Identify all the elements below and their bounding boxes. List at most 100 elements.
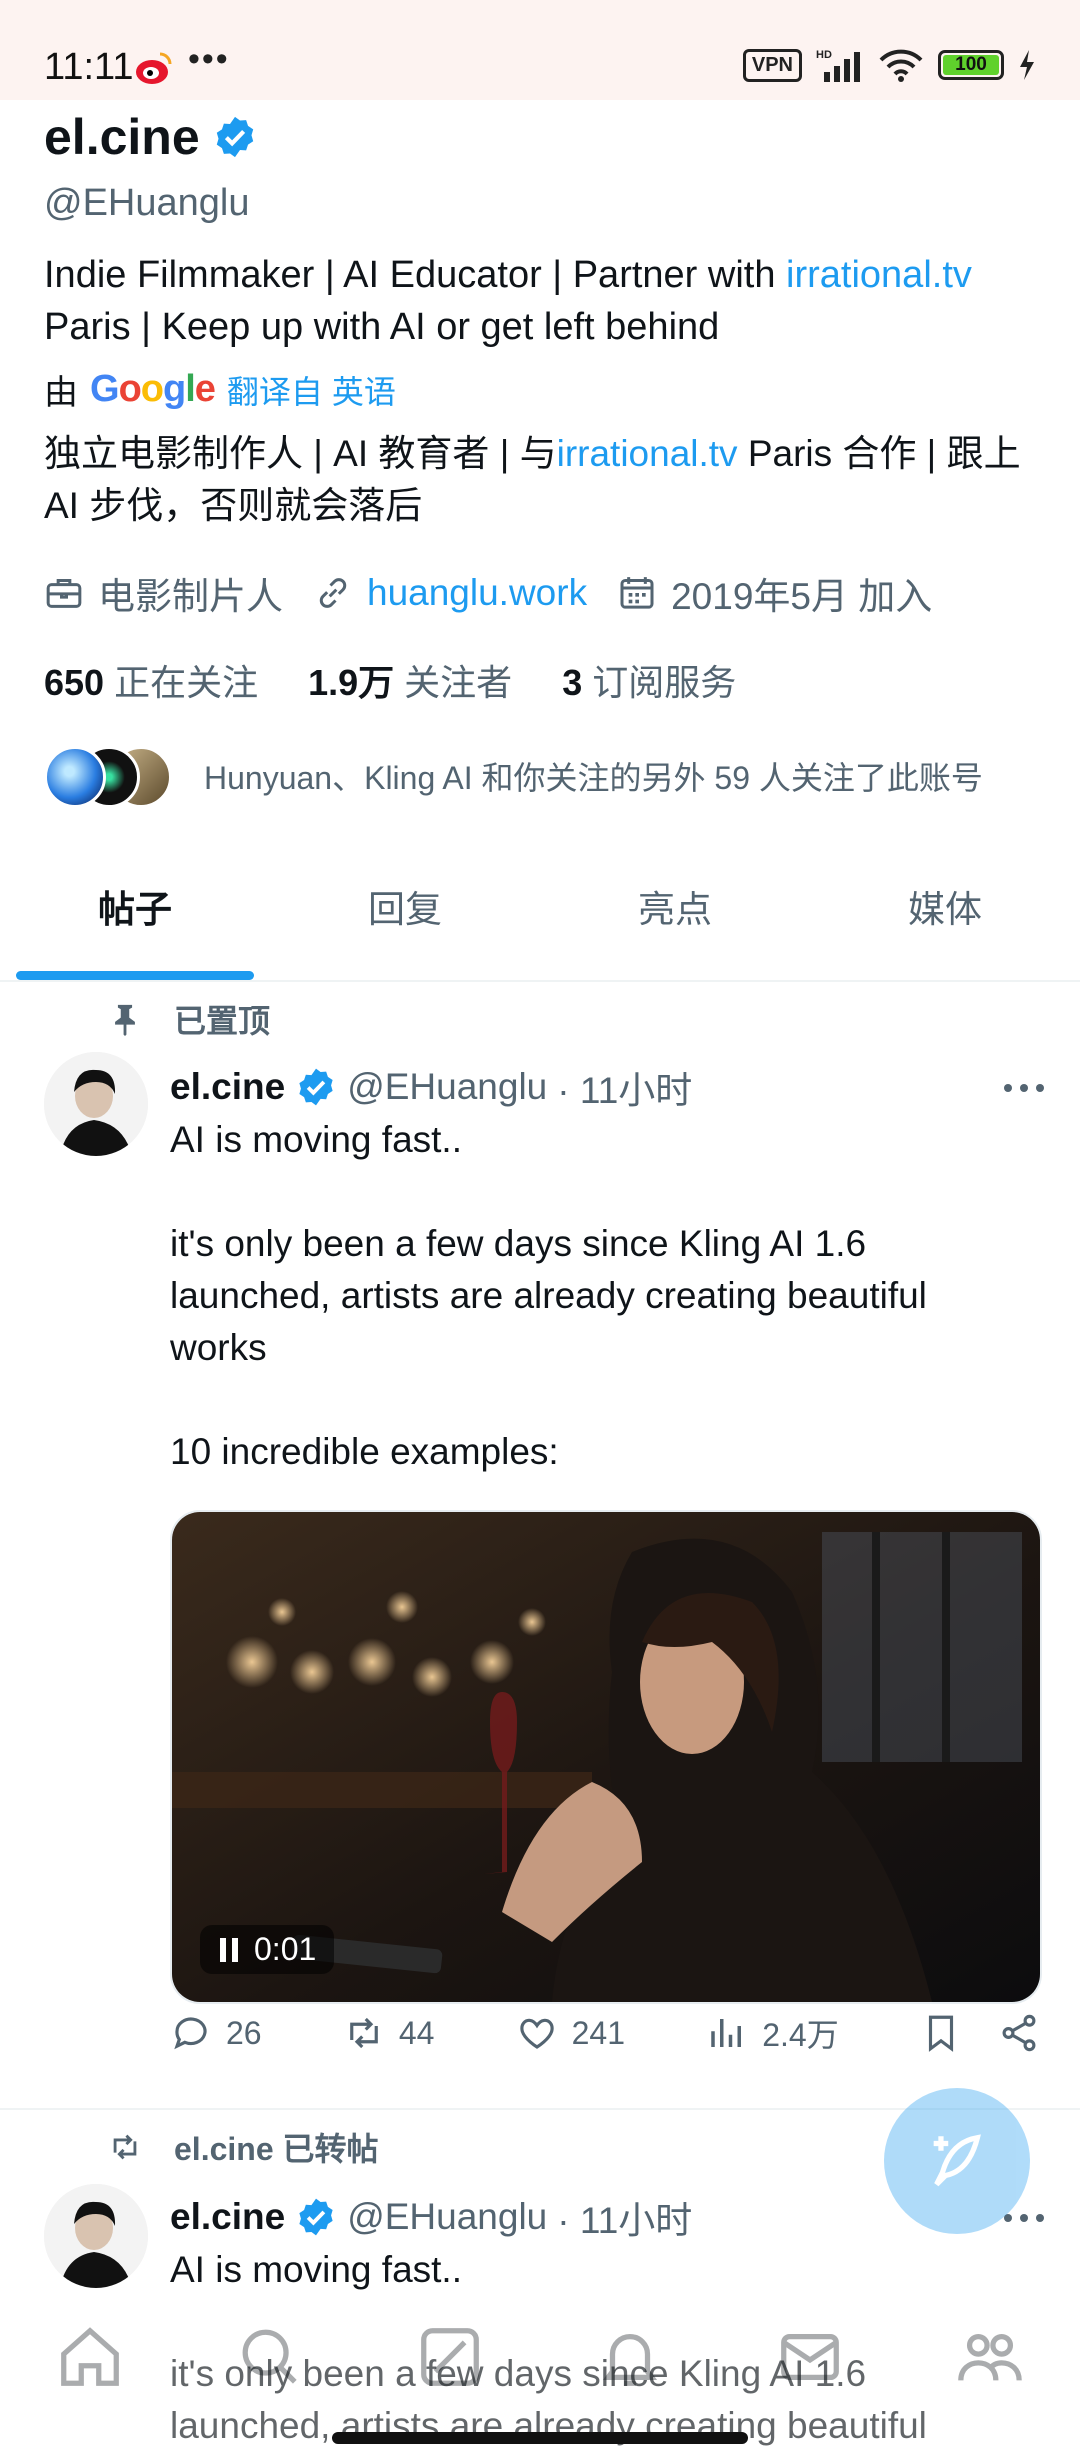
tweet-author-name[interactable]: el.cine bbox=[170, 1066, 285, 1108]
bio-link[interactable]: irrational.tv bbox=[786, 254, 972, 296]
views-icon bbox=[711, 2019, 742, 2047]
like-count: 241 bbox=[571, 2014, 626, 2051]
profile-meta: 电影制片人 huanglu.work 2019年5月 加入 bbox=[44, 566, 1044, 620]
tweet-text: AI is moving fast.. it's only been a few… bbox=[170, 1119, 927, 1472]
avatar[interactable] bbox=[44, 2184, 148, 2288]
link-icon bbox=[319, 578, 347, 608]
tab-label: 回复 bbox=[368, 889, 442, 930]
followers-stat[interactable]: 1.9万 关注者 bbox=[308, 654, 512, 706]
more-icon[interactable] bbox=[1002, 1080, 1046, 1096]
subs-count: 3 bbox=[562, 662, 583, 703]
status-overflow-dots: ••• bbox=[188, 40, 230, 78]
follower-avatar-hunyuan bbox=[44, 746, 106, 808]
pinned-indicator: 已置顶 bbox=[108, 996, 270, 1042]
tab-label: 亮点 bbox=[638, 889, 712, 930]
retweet-button[interactable]: 44 bbox=[343, 2012, 435, 2054]
grok-icon[interactable] bbox=[415, 2322, 485, 2392]
like-button[interactable]: 241 bbox=[516, 2012, 625, 2054]
home-icon[interactable] bbox=[55, 2322, 125, 2392]
verified-icon bbox=[299, 2198, 333, 2236]
subs-label: 订阅服务 bbox=[592, 662, 737, 703]
compose-icon bbox=[933, 2134, 981, 2187]
followed-by-avatars bbox=[44, 746, 174, 808]
retweet-count: 44 bbox=[398, 2014, 435, 2051]
battery-percent: 100 bbox=[955, 54, 987, 75]
follow-stats: 650 正在关注 1.9万 关注者 3 订阅服务 bbox=[44, 654, 1044, 706]
tweet-time: · 11小时 bbox=[557, 2200, 693, 2241]
following-label: 正在关注 bbox=[114, 662, 259, 703]
profile-name: el.cine bbox=[44, 109, 200, 165]
reply-button[interactable]: 26 bbox=[170, 2012, 262, 2054]
verified-icon bbox=[299, 1068, 333, 1106]
views-count: 2.4万 bbox=[762, 2017, 839, 2053]
tab-label: 帖子 bbox=[98, 889, 172, 930]
profile-handle: @EHuanglu bbox=[44, 182, 250, 224]
retweet-icon bbox=[113, 2134, 137, 2160]
translate-link[interactable]: 翻译自 英语 bbox=[227, 367, 396, 413]
charging-icon bbox=[1020, 50, 1034, 80]
tweet-author-name[interactable]: el.cine bbox=[170, 2196, 285, 2238]
search-icon[interactable] bbox=[235, 2322, 305, 2392]
tweet-header: el.cine @EHuanglu · 11小时 bbox=[170, 1060, 692, 1114]
active-tab-indicator bbox=[16, 971, 254, 980]
compose-button[interactable] bbox=[884, 2088, 1030, 2234]
views-button[interactable]: 2.4万 bbox=[706, 2010, 839, 2056]
followed-by-text: Hunyuan、Kling AI 和你关注的另外 59 人关注了此账号 bbox=[204, 760, 983, 796]
bookmark-icon[interactable] bbox=[920, 2012, 962, 2054]
wifi-icon bbox=[879, 49, 923, 82]
tab-posts[interactable]: 帖子 bbox=[0, 860, 270, 980]
pin-icon bbox=[115, 1004, 135, 1036]
signal-icon: HD bbox=[816, 49, 860, 82]
following-stat[interactable]: 650 正在关注 bbox=[44, 654, 258, 706]
status-time: 11:11 bbox=[44, 46, 134, 88]
followers-label: 关注者 bbox=[404, 662, 513, 703]
tweet-video[interactable]: 0:01 bbox=[170, 1510, 1042, 2004]
notifications-icon[interactable] bbox=[595, 2322, 665, 2392]
tab-replies[interactable]: 回复 bbox=[270, 860, 540, 980]
profile-bio: Indie Filmmaker | AI Educator | Partner … bbox=[44, 249, 1044, 353]
bio-text-line2: Paris | Keep up with AI or get left behi… bbox=[44, 306, 720, 348]
avatar-image bbox=[44, 1052, 148, 1156]
following-count: 650 bbox=[44, 662, 105, 703]
subscriptions-stat[interactable]: 3 订阅服务 bbox=[562, 654, 736, 706]
bio-cn-link[interactable]: irrational.tv bbox=[557, 433, 738, 474]
retweet-icon bbox=[349, 2017, 378, 2049]
tweet-author-handle: @EHuanglu bbox=[347, 2196, 548, 2237]
status-indicators: VPN HD 100 bbox=[742, 48, 1036, 82]
video-playback-control[interactable]: 0:01 bbox=[200, 1925, 335, 1974]
video-time: 0:01 bbox=[254, 1931, 317, 1967]
messages-icon[interactable] bbox=[775, 2322, 845, 2392]
website-item[interactable]: huanglu.work bbox=[313, 572, 587, 614]
verified-icon[interactable] bbox=[212, 114, 258, 160]
tweet-header: el.cine @EHuanglu · 11小时 bbox=[170, 2190, 692, 2244]
bio-translated: 独立电影制作人 | AI 教育者 | 与irrational.tv Paris … bbox=[44, 428, 1044, 532]
status-bar: 11:11 ••• VPN HD 100 bbox=[0, 0, 1080, 100]
reply-count: 26 bbox=[226, 2014, 262, 2051]
google-logo: Google bbox=[90, 368, 216, 410]
vpn-badge: VPN bbox=[742, 48, 802, 82]
tab-highlights[interactable]: 亮点 bbox=[540, 860, 810, 980]
profile-tabs: 帖子 回复 亮点 媒体 bbox=[0, 860, 1080, 982]
occupation-text: 电影制片人 bbox=[98, 576, 283, 617]
translate-row: 由 Google 翻译自 英语 bbox=[44, 365, 1044, 414]
briefcase-icon bbox=[46, 579, 82, 608]
tweet-pinned[interactable]: 已置顶 el.cine @EHuanglu · 11小时 AI is movin… bbox=[0, 980, 1080, 2110]
bio-text: Indie Filmmaker | AI Educator | Partner … bbox=[44, 254, 787, 296]
communities-icon[interactable] bbox=[955, 2322, 1025, 2392]
followers-count: 1.9万 bbox=[308, 662, 395, 703]
website-link[interactable]: huanglu.work bbox=[367, 572, 587, 614]
calendar-icon bbox=[620, 577, 654, 609]
home-indicator[interactable] bbox=[332, 2432, 748, 2444]
retweet-label[interactable]: el.cine 已转帖 bbox=[174, 2124, 379, 2170]
tab-media[interactable]: 媒体 bbox=[810, 860, 1080, 980]
share-icon[interactable] bbox=[998, 2012, 1040, 2054]
tweet-author-handle: @EHuanglu bbox=[347, 1066, 548, 1107]
tweet-time: · 11小时 bbox=[557, 1070, 693, 1111]
like-icon bbox=[519, 2018, 554, 2049]
pause-icon[interactable] bbox=[218, 1936, 240, 1964]
followed-by-row[interactable]: Hunyuan、Kling AI 和你关注的另外 59 人关注了此账号 bbox=[44, 746, 1044, 808]
retweet-indicator: el.cine 已转帖 bbox=[108, 2124, 379, 2170]
avatar[interactable] bbox=[44, 1052, 148, 1156]
joined-text: 2019年5月 加入 bbox=[671, 576, 933, 617]
reply-icon bbox=[174, 2017, 207, 2050]
